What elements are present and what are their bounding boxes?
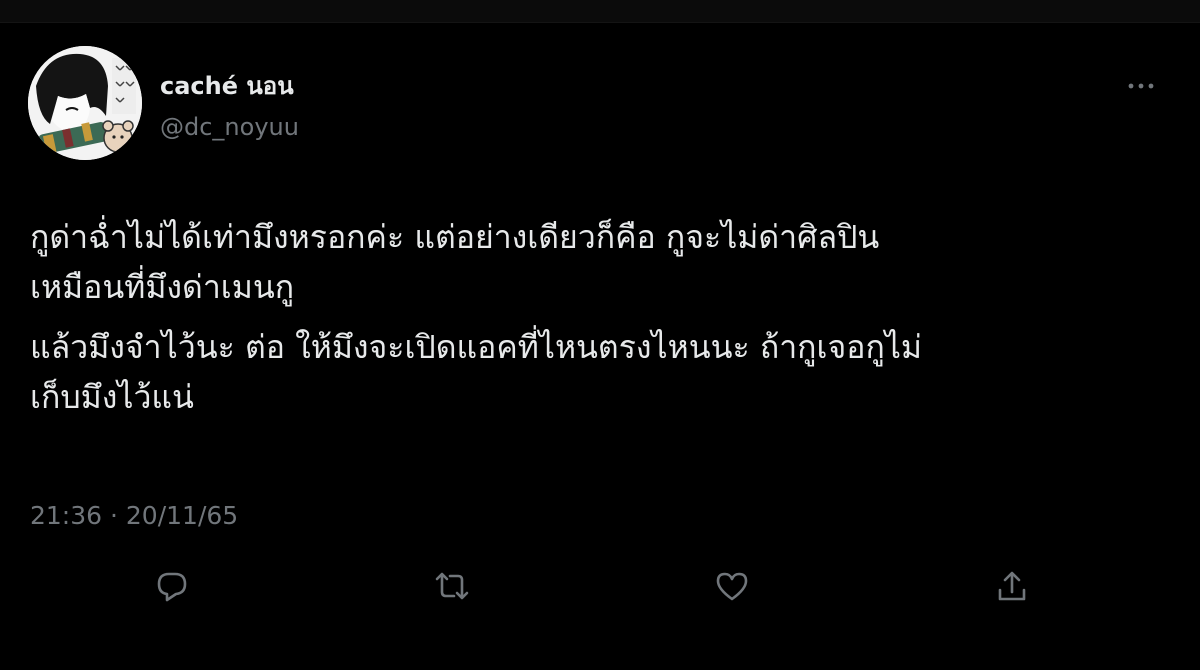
top-bar xyxy=(0,0,1200,23)
retweet-button[interactable] xyxy=(432,566,472,606)
timestamp-separator: · xyxy=(110,501,118,530)
avatar-illustration xyxy=(28,46,142,160)
avatar[interactable] xyxy=(28,46,142,160)
share-button[interactable] xyxy=(992,566,1032,606)
more-options-icon[interactable] xyxy=(1124,74,1158,98)
tweet-paragraph: กูด่าฉ่ำไม่ได้เท่ามึงหรอกค่ะ แต่อย่างเดี… xyxy=(30,212,1170,312)
reply-button[interactable] xyxy=(152,566,192,606)
reply-icon xyxy=(157,572,187,602)
tweet-line: เก็บมึงไว้แน่ xyxy=(30,378,194,416)
tweet-text: กูด่าฉ่ำไม่ได้เท่ามึงหรอกค่ะ แต่อย่างเดี… xyxy=(30,212,1170,426)
tweet-line: แล้วมึงจำไว้นะ ต่อ ให้มึงจะเปิดแอคที่ไหน… xyxy=(30,328,922,366)
tweet-timestamp[interactable]: 21:36 · 20/11/65 xyxy=(30,498,238,534)
tweet-date: 20/11/65 xyxy=(125,501,239,530)
tweet-line: กูด่าฉ่ำไม่ได้เท่ามึงหรอกค่ะ แต่อย่างเดี… xyxy=(30,218,880,256)
tweet-time: 21:36 xyxy=(30,501,103,530)
tweet-paragraph: แล้วมึงจำไว้นะ ต่อ ให้มึงจะเปิดแอคที่ไหน… xyxy=(30,322,1170,422)
tweet-line: เหมือนที่มึงด่าเมนกู xyxy=(30,268,295,306)
user-handle[interactable]: @dc_noyuu xyxy=(160,110,299,144)
like-button[interactable] xyxy=(712,566,752,606)
heart-icon xyxy=(716,572,748,601)
display-name[interactable]: caché นอน xyxy=(160,68,294,104)
share-icon xyxy=(998,571,1026,601)
retweet-icon xyxy=(435,572,469,600)
